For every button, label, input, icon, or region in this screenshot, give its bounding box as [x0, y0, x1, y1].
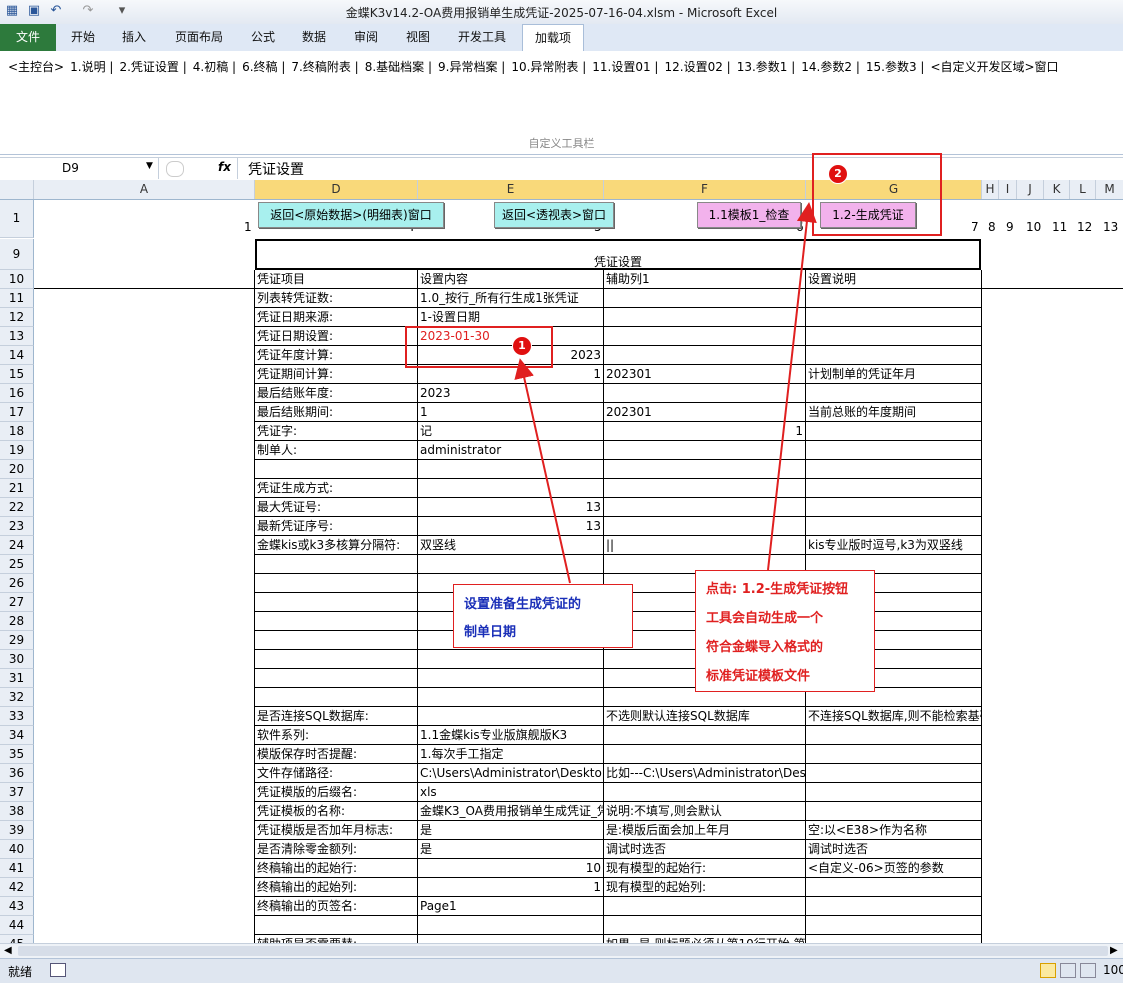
scroll-right-icon[interactable]: ▶ — [1110, 945, 1118, 956]
status-ready: 就绪 — [8, 965, 33, 979]
horizontal-scrollbar[interactable]: ◀ ▶ — [0, 943, 1123, 959]
note-2-line-2: 工具会自动生成一个 — [706, 611, 824, 626]
note-1-line-2: 制单日期 — [464, 625, 517, 640]
step-2-badge: 2 — [828, 164, 848, 184]
page-layout-view-icon[interactable] — [1060, 963, 1076, 978]
callout-arrows — [514, 202, 817, 584]
note-2-line-1: 点击: 1.2-生成凭证按钮 — [706, 582, 849, 597]
normal-view-icon[interactable] — [1040, 963, 1056, 978]
note-step-2: 点击: 1.2-生成凭证按钮 工具会自动生成一个 符合金蝶导入格式的 标准凭证模… — [695, 570, 875, 692]
macro-record-icon[interactable] — [50, 963, 66, 977]
note-2-line-3: 符合金蝶导入格式的 — [706, 640, 824, 655]
note-2-line-4: 标准凭证模板文件 — [706, 669, 811, 684]
scroll-left-icon[interactable]: ◀ — [4, 945, 12, 956]
arrow-1 — [514, 358, 571, 584]
page-break-view-icon[interactable] — [1080, 963, 1096, 978]
arrow-2 — [767, 202, 817, 571]
note-step-1: 设置准备生成凭证的 制单日期 — [453, 584, 633, 648]
zoom-level[interactable]: 100 — [1103, 963, 1123, 977]
step-1-badge: 1 — [512, 336, 532, 356]
status-bar: 就绪 100 — [0, 958, 1123, 983]
scrollbar-thumb[interactable] — [18, 946, 1108, 956]
note-1-line-1: 设置准备生成凭证的 — [464, 597, 582, 612]
